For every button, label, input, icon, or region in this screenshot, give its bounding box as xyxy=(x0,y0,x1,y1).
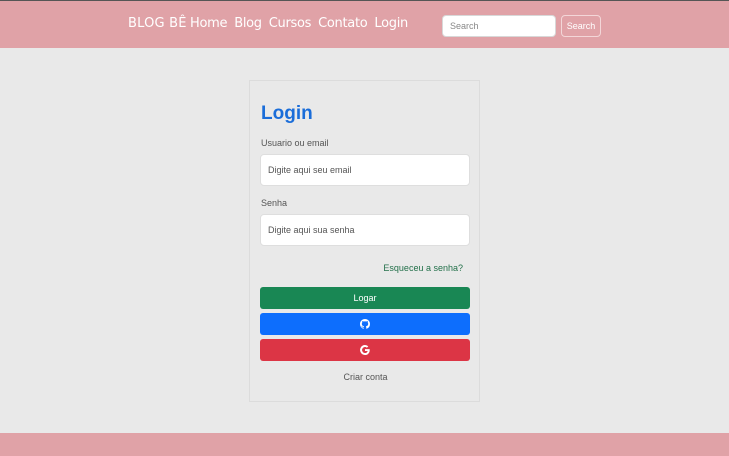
nav-login[interactable]: Login xyxy=(374,16,408,31)
google-icon xyxy=(360,345,370,355)
login-card: Login Usuario ou email Senha Esqueceu a … xyxy=(249,80,480,402)
main-nav: Home Blog Cursos Contato Login xyxy=(190,16,408,31)
nav-contato[interactable]: Contato xyxy=(318,16,368,31)
nav-home[interactable]: Home xyxy=(190,16,228,31)
nav-blog[interactable]: Blog xyxy=(234,16,262,31)
top-navbar: BLOG BÊ Home Blog Cursos Contato Login S… xyxy=(0,0,729,48)
brand-logo[interactable]: BLOG BÊ xyxy=(128,16,187,31)
user-label: Usuario ou email xyxy=(261,138,329,148)
google-login-button[interactable] xyxy=(260,339,470,361)
github-icon xyxy=(360,319,370,329)
forgot-password-link[interactable]: Esqueceu a senha? xyxy=(383,263,463,273)
email-field[interactable] xyxy=(260,154,470,186)
login-button[interactable]: Logar xyxy=(260,287,470,309)
search-button[interactable]: Search xyxy=(561,15,601,37)
footer-bar xyxy=(0,433,729,456)
create-account-link[interactable]: Criar conta xyxy=(250,372,481,382)
password-field[interactable] xyxy=(260,214,470,246)
github-login-button[interactable] xyxy=(260,313,470,335)
password-label: Senha xyxy=(261,198,288,208)
search-input[interactable] xyxy=(442,15,556,37)
login-title: Login xyxy=(261,103,313,124)
nav-cursos[interactable]: Cursos xyxy=(269,16,312,31)
